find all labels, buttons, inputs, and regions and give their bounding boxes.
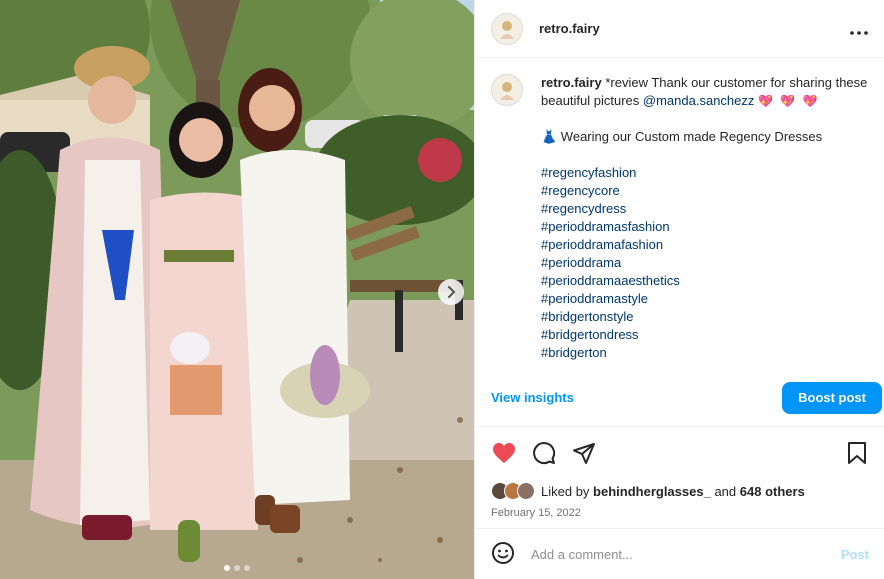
caption-section: retro.fairy *review Thank our customer f… bbox=[475, 58, 884, 369]
more-options-button[interactable] bbox=[850, 20, 868, 38]
chevron-right-icon bbox=[448, 286, 456, 298]
caption-mention[interactable]: @manda.sanchezz bbox=[643, 93, 754, 108]
carousel-dots bbox=[0, 565, 474, 571]
likes-prefix: Liked by bbox=[541, 483, 590, 499]
profile-logo-icon bbox=[500, 82, 514, 100]
liker-avatars[interactable] bbox=[491, 482, 535, 500]
header-username[interactable]: retro.fairy bbox=[539, 21, 600, 36]
hashtag-link[interactable]: #perioddramafashion bbox=[541, 236, 868, 254]
hashtag-list: #regencyfashion #regencycore #regencydre… bbox=[541, 164, 868, 362]
avatar[interactable] bbox=[491, 12, 523, 45]
comment-input[interactable] bbox=[531, 546, 821, 562]
post-comment-button[interactable]: Post bbox=[841, 547, 869, 562]
comment-bar: Post bbox=[475, 528, 884, 579]
like-button[interactable] bbox=[491, 440, 517, 466]
share-button[interactable] bbox=[571, 440, 597, 466]
hashtag-link[interactable]: #bridgerton bbox=[541, 344, 868, 362]
hashtag-link[interactable]: #perioddramaaesthetics bbox=[541, 272, 868, 290]
caption-dress-line: 👗 Wearing our Custom made Regency Dresse… bbox=[541, 129, 823, 144]
heart-icon bbox=[493, 443, 515, 463]
likes-summary: Liked by behindherglasses_ and 648 other… bbox=[475, 479, 884, 503]
bookmark-icon bbox=[848, 442, 866, 464]
more-horizontal-icon bbox=[850, 30, 868, 35]
action-bar bbox=[475, 427, 884, 479]
hashtag-link[interactable]: #regencycore bbox=[541, 182, 868, 200]
caption-text: retro.fairy *review Thank our customer f… bbox=[541, 74, 868, 369]
carousel-dot bbox=[224, 565, 230, 571]
hashtag-link[interactable]: #perioddrama bbox=[541, 254, 868, 272]
share-icon bbox=[573, 443, 595, 464]
boost-post-button[interactable]: Boost post bbox=[782, 381, 882, 414]
avatar bbox=[517, 482, 535, 500]
photo-illustration bbox=[0, 0, 474, 579]
next-slide-button[interactable] bbox=[438, 279, 464, 305]
view-insights-link[interactable]: View insights bbox=[491, 390, 574, 405]
comment-button[interactable] bbox=[531, 440, 557, 466]
caption-hearts: 💖 💖 💖 bbox=[758, 94, 820, 108]
carousel-dot bbox=[244, 565, 250, 571]
likes-connector: and bbox=[714, 483, 737, 499]
caption-username[interactable]: retro.fairy bbox=[541, 75, 602, 90]
post-date[interactable]: February 15, 2022 bbox=[475, 503, 884, 529]
post-header: retro.fairy bbox=[475, 0, 884, 58]
hashtag-link[interactable]: #regencydress bbox=[541, 200, 868, 218]
emoji-button[interactable] bbox=[491, 541, 515, 568]
post-side-panel: retro.fairy retro.fairy *review Thank ou… bbox=[474, 0, 884, 579]
save-button[interactable] bbox=[844, 440, 870, 466]
hashtag-link[interactable]: #perioddramastyle bbox=[541, 290, 868, 308]
hashtag-link[interactable]: #bridgertondress bbox=[541, 326, 868, 344]
hashtag-link[interactable]: #regencyfashion bbox=[541, 164, 868, 182]
hashtag-link[interactable]: #bridgertonstyle bbox=[541, 308, 868, 326]
likes-others-link[interactable]: 648 others bbox=[740, 484, 805, 499]
avatar[interactable] bbox=[491, 74, 523, 106]
emoji-icon bbox=[492, 541, 514, 564]
post-photo[interactable] bbox=[0, 0, 474, 579]
insights-row: View insights Boost post bbox=[475, 369, 884, 427]
comment-icon bbox=[533, 442, 556, 465]
carousel-dot bbox=[234, 565, 240, 571]
liker-username[interactable]: behindherglasses_ bbox=[593, 484, 711, 499]
profile-logo-icon bbox=[500, 20, 514, 39]
hashtag-link[interactable]: #perioddramasfashion bbox=[541, 218, 868, 236]
